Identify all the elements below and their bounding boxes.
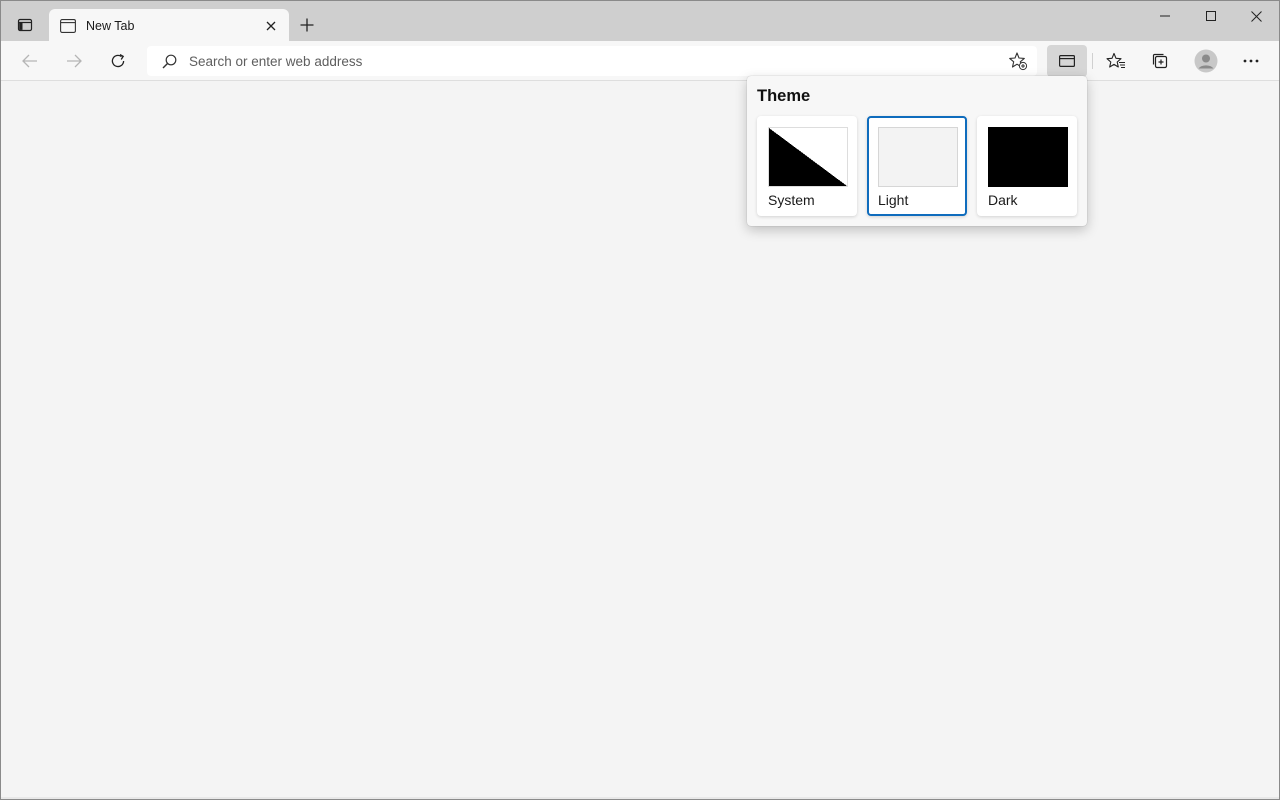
maximize-button[interactable] [1188,1,1234,31]
refresh-button[interactable] [102,45,134,77]
arrow-right-icon [67,54,82,68]
search-icon [159,51,179,71]
theme-option-label: System [768,192,815,208]
window-icon [1059,55,1075,67]
theme-option-label: Light [878,192,909,208]
browser-window: New Tab Search or enter web address Them… [0,0,1280,800]
immersive-reader-button[interactable] [1047,45,1087,77]
address-input[interactable] [189,53,969,69]
address-bar[interactable] [147,46,1037,76]
theme-option-dark[interactable]: Dark [977,116,1077,216]
profile-avatar-icon [1194,49,1218,73]
plus-icon [300,18,314,32]
maximize-icon [1206,11,1216,21]
add-favorite-button[interactable] [1007,50,1029,72]
forward-button[interactable] [58,45,90,77]
minimize-icon [1160,15,1170,17]
favorites-button[interactable] [1096,45,1136,77]
light-theme-preview [878,127,958,187]
arrow-left-icon [22,54,37,68]
tab-title: New Tab [86,18,135,33]
dark-theme-preview [988,127,1068,187]
new-tab-page-icon [59,17,77,35]
theme-flyout-title: Theme [757,87,811,105]
theme-option-label: Dark [988,192,1018,208]
collections-button[interactable] [1140,45,1180,77]
close-icon [266,21,276,30]
favorites-star-icon [1106,52,1125,69]
theme-flyout: Theme System Light Dark [747,76,1087,226]
close-icon [1250,10,1262,22]
tab-close-button[interactable] [259,14,283,38]
tab-actions-icon [17,18,33,32]
ellipsis-icon [1243,59,1259,63]
more-options-button[interactable] [1231,45,1271,77]
star-add-icon [1009,52,1028,71]
toolbar [1,41,1279,81]
theme-option-system[interactable]: System [757,116,857,216]
tab-actions-button[interactable] [9,9,41,41]
collections-icon [1152,53,1168,69]
system-theme-preview [768,127,848,187]
toolbar-divider [1092,53,1093,69]
minimize-button[interactable] [1142,1,1188,31]
new-tab-button[interactable] [293,11,321,39]
page-bottom-edge [1,797,1279,799]
close-window-button[interactable] [1233,1,1279,31]
tab-strip: New Tab [1,1,1279,42]
theme-option-light[interactable]: Light [867,116,967,216]
tab-new-tab[interactable]: New Tab [49,9,289,42]
refresh-icon [111,53,125,68]
back-button[interactable] [14,45,46,77]
profile-button[interactable] [1186,45,1226,77]
